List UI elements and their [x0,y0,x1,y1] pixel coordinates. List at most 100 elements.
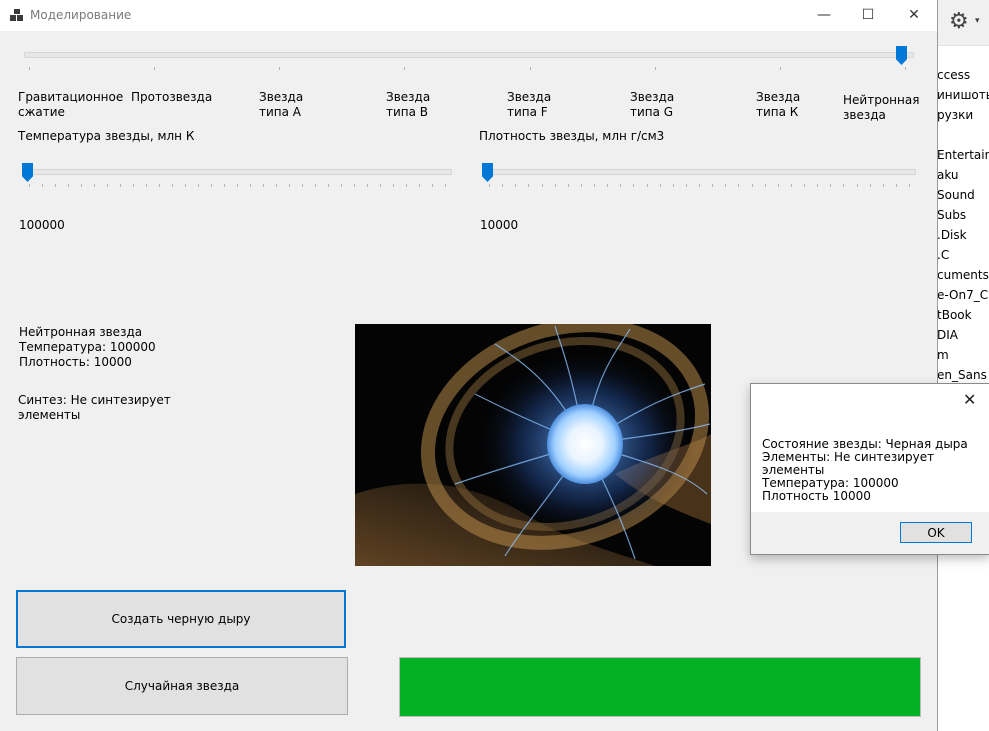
slider-tick [673,184,674,187]
slider-tick [542,184,543,187]
slider-tick [185,184,186,187]
slider-tick [406,184,407,187]
slider-tick [289,184,290,187]
slider-tick [120,184,121,187]
star-temperature: Температура: 100000 [19,340,156,354]
density-slider-track[interactable] [484,169,916,175]
slider-tick [660,184,661,187]
slider-tick [738,184,739,187]
slider-tick [528,184,529,187]
slider-tick [655,67,656,70]
slider-tick [419,184,420,187]
app-icon [10,9,24,21]
stage-slider-thumb[interactable] [896,46,907,65]
background-nav-item[interactable]: cuments [937,268,989,282]
slider-tick [432,184,433,187]
message-box-text: Состояние звезды: Черная дыра Элементы: … [762,437,968,503]
slider-tick [68,184,69,187]
background-nav-item[interactable]: инишоты [937,88,989,102]
minimize-button[interactable]: — [801,0,847,31]
slider-tick [172,184,173,187]
slider-tick [686,184,687,187]
slider-tick [883,184,884,187]
stage-label-gravitational: Гравитационное сжатие [18,90,124,119]
stage-slider-track[interactable] [24,52,914,58]
stage-label-type-f: Звезда типа F [507,90,552,119]
stage-label-type-k: Звезда типа К [756,90,801,119]
slider-tick [555,184,556,187]
background-nav-item[interactable]: tBook [937,308,972,322]
background-nav-item[interactable]: .Disk [937,228,967,242]
slider-tick [328,184,329,187]
slider-tick [154,67,155,70]
slider-tick [211,184,212,187]
message-box-close-button[interactable]: ✕ [963,390,976,409]
background-nav-item[interactable]: aku [937,168,959,182]
star-synthesis: Синтез: Не синтезирует элементы [18,393,171,422]
slider-tick [302,184,303,187]
star-name: Нейтронная звезда [19,325,143,339]
close-button[interactable]: ✕ [891,0,937,31]
slider-tick [804,184,805,187]
density-label: Плотность звезды, млн г/см3 [479,129,665,143]
create-blackhole-button[interactable]: Создать черную дыру [16,590,346,648]
background-nav-item[interactable]: e-On7_Ch [937,288,989,302]
slider-tick [445,184,446,187]
message-box: ✕ Состояние звезды: Черная дыра Элементы… [750,383,989,555]
temperature-slider-track[interactable] [24,169,452,175]
slider-tick [237,184,238,187]
background-nav-item[interactable]: .C [937,248,949,262]
window-title: Моделирование [30,8,132,22]
background-nav-item[interactable]: рузки [937,108,973,122]
chevron-down-icon[interactable]: ▾ [975,16,980,26]
background-nav-item[interactable]: Subs [937,208,966,222]
title-bar: Моделирование — ☐ ✕ [0,0,937,31]
slider-tick [870,184,871,187]
slider-tick [489,184,490,187]
ok-button[interactable]: OK [900,522,972,543]
slider-tick [29,184,30,187]
background-nav-item[interactable]: en_Sans [937,368,987,382]
star-image [355,324,711,566]
slider-tick [42,184,43,187]
slider-tick [133,184,134,187]
gear-icon[interactable]: ⚙ [949,10,969,34]
stage-label-neutron: Нейтронная звезда [843,93,920,122]
slider-tick [780,67,781,70]
slider-tick [55,184,56,187]
ok-button-label: OK [927,525,945,540]
slider-tick [594,184,595,187]
slider-tick [752,184,753,187]
slider-tick [896,184,897,187]
stage-label-type-b: Звезда типа В [386,90,431,119]
slider-tick [712,184,713,187]
background-nav-item[interactable]: m [937,348,949,362]
slider-tick [393,184,394,187]
slider-tick [515,184,516,187]
background-nav-item[interactable]: Entertainm [937,148,989,162]
slider-tick [778,184,779,187]
slider-tick [159,184,160,187]
background-nav-item[interactable]: DIA [937,328,958,342]
slider-tick [905,67,906,70]
slider-tick [198,184,199,187]
background-toolbar: ⚙ ▾ [937,0,989,46]
random-star-button-label: Случайная звезда [124,679,240,693]
slider-tick [81,184,82,187]
create-blackhole-button-label: Создать черную дыру [111,612,251,626]
slider-tick [530,67,531,70]
random-star-button[interactable]: Случайная звезда [16,657,348,715]
slider-tick [699,184,700,187]
slider-tick [380,184,381,187]
background-nav-item[interactable]: ccess [937,68,970,82]
slider-tick [581,184,582,187]
slider-tick [94,184,95,187]
background-nav-item[interactable]: Sound [937,188,975,202]
slider-tick [107,184,108,187]
slider-tick [647,184,648,187]
slider-tick [725,184,726,187]
density-slider-thumb[interactable] [482,163,493,182]
maximize-button[interactable]: ☐ [845,0,891,31]
temperature-slider-thumb[interactable] [22,163,33,182]
slider-tick [367,184,368,187]
